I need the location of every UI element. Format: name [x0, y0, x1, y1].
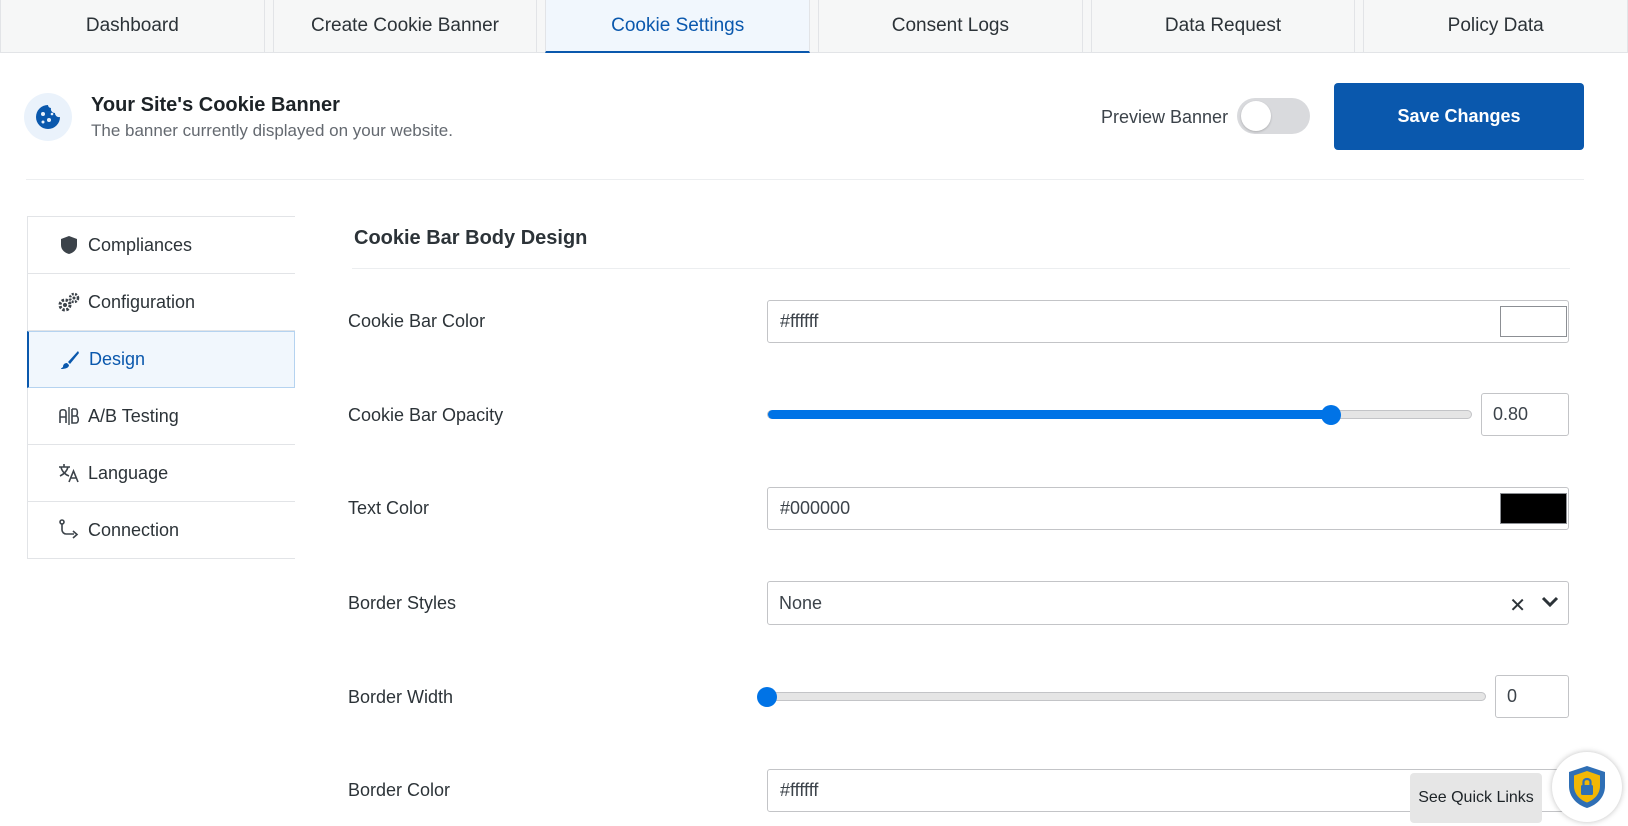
preview-banner-toggle[interactable]	[1237, 98, 1310, 134]
top-tabs: Dashboard Create Cookie Banner Cookie Se…	[0, 0, 1628, 53]
border-width-slider[interactable]	[767, 692, 1486, 701]
sidebar-item-ab-testing[interactable]: A/B Testing	[28, 388, 295, 445]
page-subtitle: The banner currently displayed on your w…	[91, 121, 453, 140]
border-width-value: 0	[1507, 686, 1518, 706]
border-styles-select[interactable]: None ✕	[767, 581, 1569, 625]
chevron-down-icon[interactable]	[1540, 592, 1560, 617]
page-title: Your Site's Cookie Banner	[91, 94, 340, 116]
sidebar-item-configuration[interactable]: Configuration	[28, 274, 295, 331]
tab-dashboard[interactable]: Dashboard	[0, 0, 265, 53]
tab-create-cookie-banner[interactable]: Create Cookie Banner	[272, 0, 538, 53]
section-title: Cookie Bar Body Design	[354, 227, 588, 249]
text-color-swatch[interactable]	[1500, 493, 1567, 524]
cookie-bar-color-swatch[interactable]	[1500, 306, 1567, 337]
slider-fill	[768, 410, 1332, 419]
border-width-label: Border Width	[348, 687, 454, 707]
save-changes-button[interactable]: Save Changes	[1334, 83, 1584, 150]
sidebar-item-label: Connection	[88, 519, 180, 540]
tab-policy-data[interactable]: Policy Data	[1363, 0, 1628, 53]
clear-icon[interactable]: ✕	[1509, 593, 1526, 618]
text-color-label: Text Color	[348, 498, 430, 518]
sidebar-item-connection[interactable]: Connection	[28, 502, 295, 559]
cookie-bar-opacity-slider[interactable]	[767, 410, 1472, 419]
border-color-value: #ffffff	[780, 780, 819, 800]
translate-icon	[58, 462, 80, 484]
sidebar-item-label: Design	[89, 349, 146, 369]
ab-testing-icon	[58, 405, 80, 427]
sidebar-item-language[interactable]: Language	[28, 445, 295, 502]
section-divider	[352, 268, 1570, 269]
connection-icon	[58, 519, 80, 541]
see-quick-links-button[interactable]: See Quick Links	[1410, 773, 1542, 823]
tab-consent-logs[interactable]: Consent Logs	[818, 0, 1083, 53]
cookie-icon	[24, 93, 72, 141]
cookie-bar-color-input[interactable]: #ffffff	[767, 300, 1569, 343]
cookie-bar-color-value: #ffffff	[780, 311, 819, 331]
brush-icon	[59, 349, 81, 371]
toggle-knob	[1241, 101, 1271, 131]
border-color-label: Border Color	[348, 780, 451, 800]
preview-banner-label: Preview Banner	[1101, 107, 1229, 127]
shield-icon	[58, 234, 80, 256]
sidebar-item-compliances[interactable]: Compliances	[28, 217, 295, 274]
sidebar-item-label: Compliances	[88, 234, 193, 255]
sidebar-item-label: A/B Testing	[88, 405, 179, 426]
settings-sidebar: Compliances Configuration Design A/B Tes…	[27, 216, 295, 559]
sidebar-item-label: Configuration	[88, 291, 196, 312]
sidebar-item-label: Language	[88, 462, 169, 483]
border-styles-value: None	[779, 592, 823, 613]
tab-cookie-settings[interactable]: Cookie Settings	[545, 0, 811, 53]
cookie-bar-opacity-label: Cookie Bar Opacity	[348, 405, 504, 425]
header-divider	[26, 179, 1584, 180]
text-color-input[interactable]: #000000	[767, 487, 1569, 530]
text-color-value: #000000	[780, 498, 851, 518]
sidebar-item-design[interactable]: Design	[27, 331, 295, 388]
border-width-input[interactable]: 0	[1495, 675, 1569, 718]
cookie-bar-opacity-thumb[interactable]	[1321, 405, 1341, 425]
border-styles-label: Border Styles	[348, 593, 457, 613]
cookie-bar-color-label: Cookie Bar Color	[348, 311, 486, 331]
border-width-thumb[interactable]	[757, 687, 777, 707]
cookie-bar-opacity-input[interactable]: 0.80	[1481, 393, 1569, 436]
tab-data-request[interactable]: Data Request	[1090, 0, 1356, 53]
shield-lock-icon[interactable]	[1552, 752, 1622, 822]
cookie-bar-opacity-value: 0.80	[1493, 404, 1529, 424]
gears-icon	[58, 291, 80, 313]
